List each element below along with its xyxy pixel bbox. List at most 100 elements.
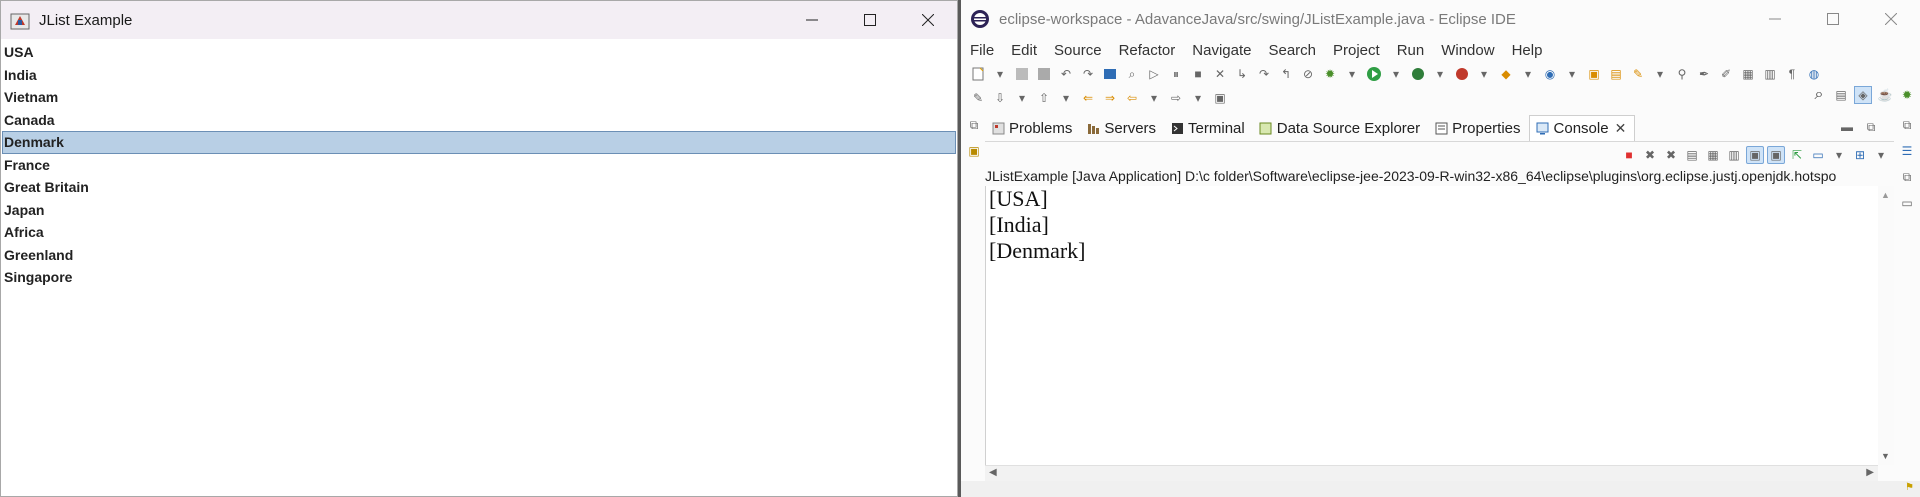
list-item-india[interactable]: India <box>2 64 956 87</box>
toggle-breadcrumb-icon[interactable]: ✒ <box>1695 65 1713 83</box>
step-into-icon[interactable]: ↳ <box>1233 65 1251 83</box>
eclipse-minimize-button[interactable] <box>1746 0 1804 38</box>
dropdown-arrow-icon[interactable]: ▾ <box>1431 65 1449 83</box>
save-all-icon[interactable] <box>1035 65 1053 83</box>
list-item-usa[interactable]: USA <box>2 41 956 64</box>
list-item-africa[interactable]: Africa <box>2 221 956 244</box>
menu-project[interactable]: Project <box>1333 42 1380 59</box>
external-tools-icon[interactable] <box>1453 65 1471 83</box>
menu-window[interactable]: Window <box>1441 42 1494 59</box>
minimize-view-icon[interactable]: ▬ <box>1838 118 1856 136</box>
run-icon[interactable] <box>1365 65 1383 83</box>
new-icon[interactable] <box>969 65 987 83</box>
outline-icon[interactable]: ☰ <box>1898 142 1916 160</box>
terminate-console-icon[interactable]: ■ <box>1620 146 1638 164</box>
menu-file[interactable]: File <box>970 42 994 59</box>
previous-annotation-icon[interactable]: ⇧ <box>1035 89 1053 107</box>
dropdown-arrow-icon[interactable]: ▾ <box>1057 89 1075 107</box>
dropdown-arrow-icon[interactable]: ▾ <box>1475 65 1493 83</box>
suspend-icon[interactable]: ⏸ <box>1167 65 1185 83</box>
menu-help[interactable]: Help <box>1512 42 1543 59</box>
eclipse-maximize-button[interactable] <box>1804 0 1862 38</box>
dropdown-arrow-icon[interactable]: ▾ <box>1519 65 1537 83</box>
resume-icon[interactable]: ▷ <box>1145 65 1163 83</box>
show-whitespace-icon[interactable]: ¶ <box>1783 65 1801 83</box>
list-item-singapore[interactable]: Singapore <box>2 266 956 289</box>
java-ee-perspective-icon[interactable]: ◈ <box>1854 86 1872 104</box>
debug-icon[interactable]: ✹ <box>1321 65 1339 83</box>
close-button[interactable] <box>899 1 957 39</box>
restore-icon[interactable]: ⧉ <box>965 116 983 134</box>
dropdown-arrow-icon[interactable]: ▾ <box>1563 65 1581 83</box>
close-tab-icon[interactable]: ✕ <box>1615 120 1627 137</box>
dropdown-arrow-icon[interactable]: ▾ <box>1189 89 1207 107</box>
open-perspective-icon[interactable]: ▣ <box>1211 89 1229 107</box>
undo-icon[interactable]: ↶ <box>1057 65 1075 83</box>
maximize-button[interactable] <box>841 1 899 39</box>
block-selection-icon[interactable]: ▦ <box>1739 65 1757 83</box>
forward-icon[interactable]: ⇨ <box>1167 89 1185 107</box>
new-java-class-icon[interactable]: ◉ <box>1541 65 1559 83</box>
remove-launch-icon[interactable]: ✖ <box>1641 146 1659 164</box>
dropdown-arrow-icon[interactable]: ▾ <box>1343 65 1361 83</box>
tab-terminal[interactable]: Terminal <box>1164 115 1253 141</box>
menu-run[interactable]: Run <box>1397 42 1425 59</box>
open-type-icon[interactable]: ▣ <box>1585 65 1603 83</box>
list-item-denmark[interactable]: Denmark <box>2 131 956 154</box>
open-console-icon[interactable]: ⊞ <box>1851 146 1869 164</box>
tab-problems[interactable]: Problems <box>985 115 1080 141</box>
coverage-icon[interactable] <box>1409 65 1427 83</box>
highlight-icon[interactable]: ✐ <box>1717 65 1735 83</box>
list-item-canada[interactable]: Canada <box>2 109 956 132</box>
eclipse-titlebar[interactable]: eclipse-workspace - AdavanceJava/src/swi… <box>961 0 1920 38</box>
back-icon[interactable]: ⇦ <box>1123 89 1141 107</box>
dropdown-arrow-icon[interactable]: ▾ <box>1387 65 1405 83</box>
task-list-icon[interactable]: ⧉ <box>1898 168 1916 186</box>
minimize-button[interactable] <box>783 1 841 39</box>
open-task-icon[interactable]: ▤ <box>1607 65 1625 83</box>
list-item-greenland[interactable]: Greenland <box>2 244 956 267</box>
console-horizontal-scrollbar[interactable]: ◀ ▶ <box>985 465 1878 481</box>
dropdown-arrow-icon[interactable]: ▾ <box>1830 146 1848 164</box>
step-return-icon[interactable]: ↰ <box>1277 65 1295 83</box>
menu-navigate[interactable]: Navigate <box>1192 42 1251 59</box>
remove-all-terminated-icon[interactable]: ✖ <box>1662 146 1680 164</box>
dropdown-arrow-icon[interactable]: ▾ <box>1651 65 1669 83</box>
save-icon[interactable] <box>1013 65 1031 83</box>
tab-properties[interactable]: Properties <box>1428 115 1528 141</box>
maximize-view-icon[interactable]: ⧉ <box>1862 118 1880 136</box>
dropdown-arrow-icon[interactable]: ▾ <box>991 65 1009 83</box>
tab-servers[interactable]: Servers <box>1080 115 1164 141</box>
dropdown-arrow-icon[interactable]: ▾ <box>1872 146 1890 164</box>
skip-breakpoints-icon[interactable]: ⊘ <box>1299 65 1317 83</box>
country-list[interactable]: USA India Vietnam Canada Denmark France Great … <box>2 41 956 289</box>
last-edit-location-icon[interactable]: ⇐ <box>1079 89 1097 107</box>
pin-editor-icon[interactable]: ✎ <box>969 89 987 107</box>
scroll-lock-icon[interactable]: ▦ <box>1704 146 1722 164</box>
word-wrap-console-icon[interactable]: ▥ <box>1725 146 1743 164</box>
restore-right-icon[interactable]: ⧉ <box>1898 116 1916 134</box>
disconnect-icon[interactable]: ✕ <box>1211 65 1229 83</box>
menu-edit[interactable]: Edit <box>1011 42 1037 59</box>
clear-console-icon[interactable]: ▤ <box>1683 146 1701 164</box>
search-icon[interactable]: ⌕ <box>1810 86 1828 104</box>
notification-icon[interactable]: ⚑ <box>1905 482 1914 493</box>
redo-icon[interactable]: ↷ <box>1079 65 1097 83</box>
palette-icon[interactable]: ▭ <box>1898 194 1916 212</box>
next-annotation-icon[interactable]: ⇩ <box>991 89 1009 107</box>
new-server-icon[interactable]: ◆ <box>1497 65 1515 83</box>
step-over-icon[interactable]: ↷ <box>1255 65 1273 83</box>
terminal-tool-icon[interactable] <box>1101 65 1119 83</box>
menu-search[interactable]: Search <box>1268 42 1316 59</box>
pin-console-icon[interactable]: ⇱ <box>1788 146 1806 164</box>
toggle-mark-icon[interactable]: ⚲ <box>1673 65 1691 83</box>
package-explorer-icon[interactable]: ▣ <box>965 142 983 160</box>
search-ant-icon[interactable]: ✎ <box>1629 65 1647 83</box>
show-on-output-icon[interactable]: ▣ <box>1746 146 1764 164</box>
display-console-icon[interactable]: ▭ <box>1809 146 1827 164</box>
open-perspective-button[interactable]: ▤ <box>1832 86 1850 104</box>
console-vertical-scrollbar[interactable]: ▲ ▼ <box>1878 186 1894 465</box>
dropdown-arrow-icon[interactable]: ▾ <box>1145 89 1163 107</box>
list-item-japan[interactable]: Japan <box>2 199 956 222</box>
globe-icon[interactable]: ◍ <box>1805 65 1823 83</box>
